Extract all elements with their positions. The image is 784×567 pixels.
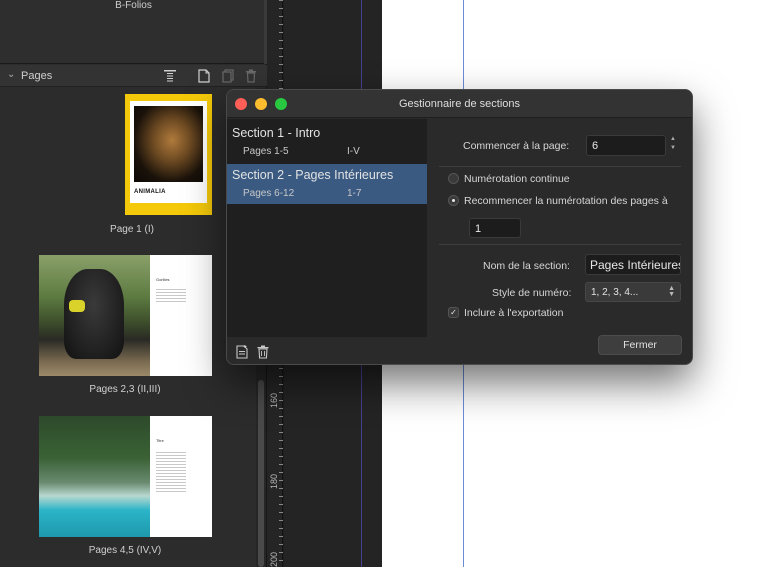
- restart-number-field[interactable]: 1: [469, 218, 521, 238]
- pages-2-3-thumbnail[interactable]: Gorilles: [39, 255, 212, 376]
- start-page-field[interactable]: 6: [586, 135, 666, 156]
- page-1-caption: Page 1 (I): [110, 224, 154, 235]
- pages-title: Pages: [21, 70, 53, 82]
- section-numbering: I-V: [347, 146, 360, 157]
- bfolios-section: B-Folios: [0, 0, 267, 64]
- align-top-icon[interactable]: [162, 68, 178, 84]
- ruler-label: 200: [269, 551, 279, 567]
- restart-numbering-label: Recommencer la numérotation des pages à: [464, 195, 668, 207]
- section-name-label: Nom de la section:: [483, 260, 570, 272]
- continuous-numbering-radio[interactable]: [448, 173, 459, 184]
- section-name: Section 1 - Intro: [232, 126, 321, 140]
- pages-scrollbar-thumb[interactable]: [258, 380, 264, 567]
- pages-4-5-thumbnail[interactable]: Titre: [39, 416, 212, 537]
- number-style-value: 1, 2, 3, 4...: [591, 287, 639, 298]
- ruler-label: 160: [269, 392, 279, 408]
- dialog-title: Gestionnaire de sections: [398, 98, 521, 110]
- chevron-updown-icon: ▲ ▼: [668, 285, 675, 298]
- section-name-field[interactable]: Pages Intérieures: [585, 254, 681, 275]
- cover-title: ANIMALIA: [134, 189, 166, 195]
- bfolios-label: B-Folios: [115, 0, 152, 11]
- delete-page-icon[interactable]: [243, 68, 259, 84]
- waterfall-image: [39, 416, 150, 537]
- page-1-thumbnail[interactable]: ANIMALIA: [125, 94, 212, 215]
- pages-4-5-caption: Pages 4,5 (IV,V): [88, 545, 162, 556]
- section-pages: Pages 6-12: [243, 188, 295, 199]
- gorilla-image: [39, 255, 150, 376]
- spread-heading: Titre: [156, 438, 164, 443]
- section-manager-dialog: Gestionnaire de sections Section 1 - Int…: [226, 89, 693, 365]
- app-window: B-Folios ⌄ Pages ANIMALIA Page 1 (I) Gor…: [0, 0, 784, 567]
- duplicate-page-icon[interactable]: [220, 68, 236, 84]
- section-numbering: 1-7: [347, 188, 362, 199]
- number-style-select[interactable]: 1, 2, 3, 4... ▲ ▼: [585, 282, 681, 302]
- delete-section-icon[interactable]: [256, 344, 270, 360]
- spread-heading: Gorilles: [156, 277, 170, 282]
- add-section-icon[interactable]: [235, 344, 249, 360]
- chevron-down-icon[interactable]: ⌄: [7, 69, 15, 80]
- pages-header: ⌄ Pages: [0, 65, 267, 87]
- section-list: Section 1 - Intro Pages 1-5 I-V Section …: [227, 119, 427, 337]
- continuous-numbering-label: Numérotation continue: [464, 173, 570, 185]
- start-page-label: Commencer à la page:: [463, 140, 570, 152]
- ruler-label: 180: [269, 473, 279, 489]
- dialog-titlebar[interactable]: Gestionnaire de sections: [227, 90, 692, 118]
- section-pages: Pages 1-5: [243, 146, 289, 157]
- section-list-footer: [227, 337, 427, 364]
- section-item-1[interactable]: Section 1 - Intro Pages 1-5 I-V: [227, 122, 427, 162]
- section-item-2[interactable]: Section 2 - Pages Intérieures Pages 6-12…: [227, 164, 427, 204]
- section-name: Section 2 - Pages Intérieures: [232, 168, 394, 182]
- pages-2-3-caption: Pages 2,3 (II,III): [89, 384, 161, 395]
- lion-image: [134, 106, 203, 182]
- include-export-label: Inclure à l'exportation: [464, 307, 564, 319]
- number-style-label: Style de numéro:: [492, 287, 572, 299]
- start-page-stepper[interactable]: ▲ ▼: [667, 135, 679, 155]
- new-page-icon[interactable]: [196, 68, 212, 84]
- include-export-checkbox[interactable]: ✓: [448, 307, 459, 318]
- close-button[interactable]: Fermer: [598, 335, 682, 355]
- restart-numbering-radio[interactable]: [448, 195, 459, 206]
